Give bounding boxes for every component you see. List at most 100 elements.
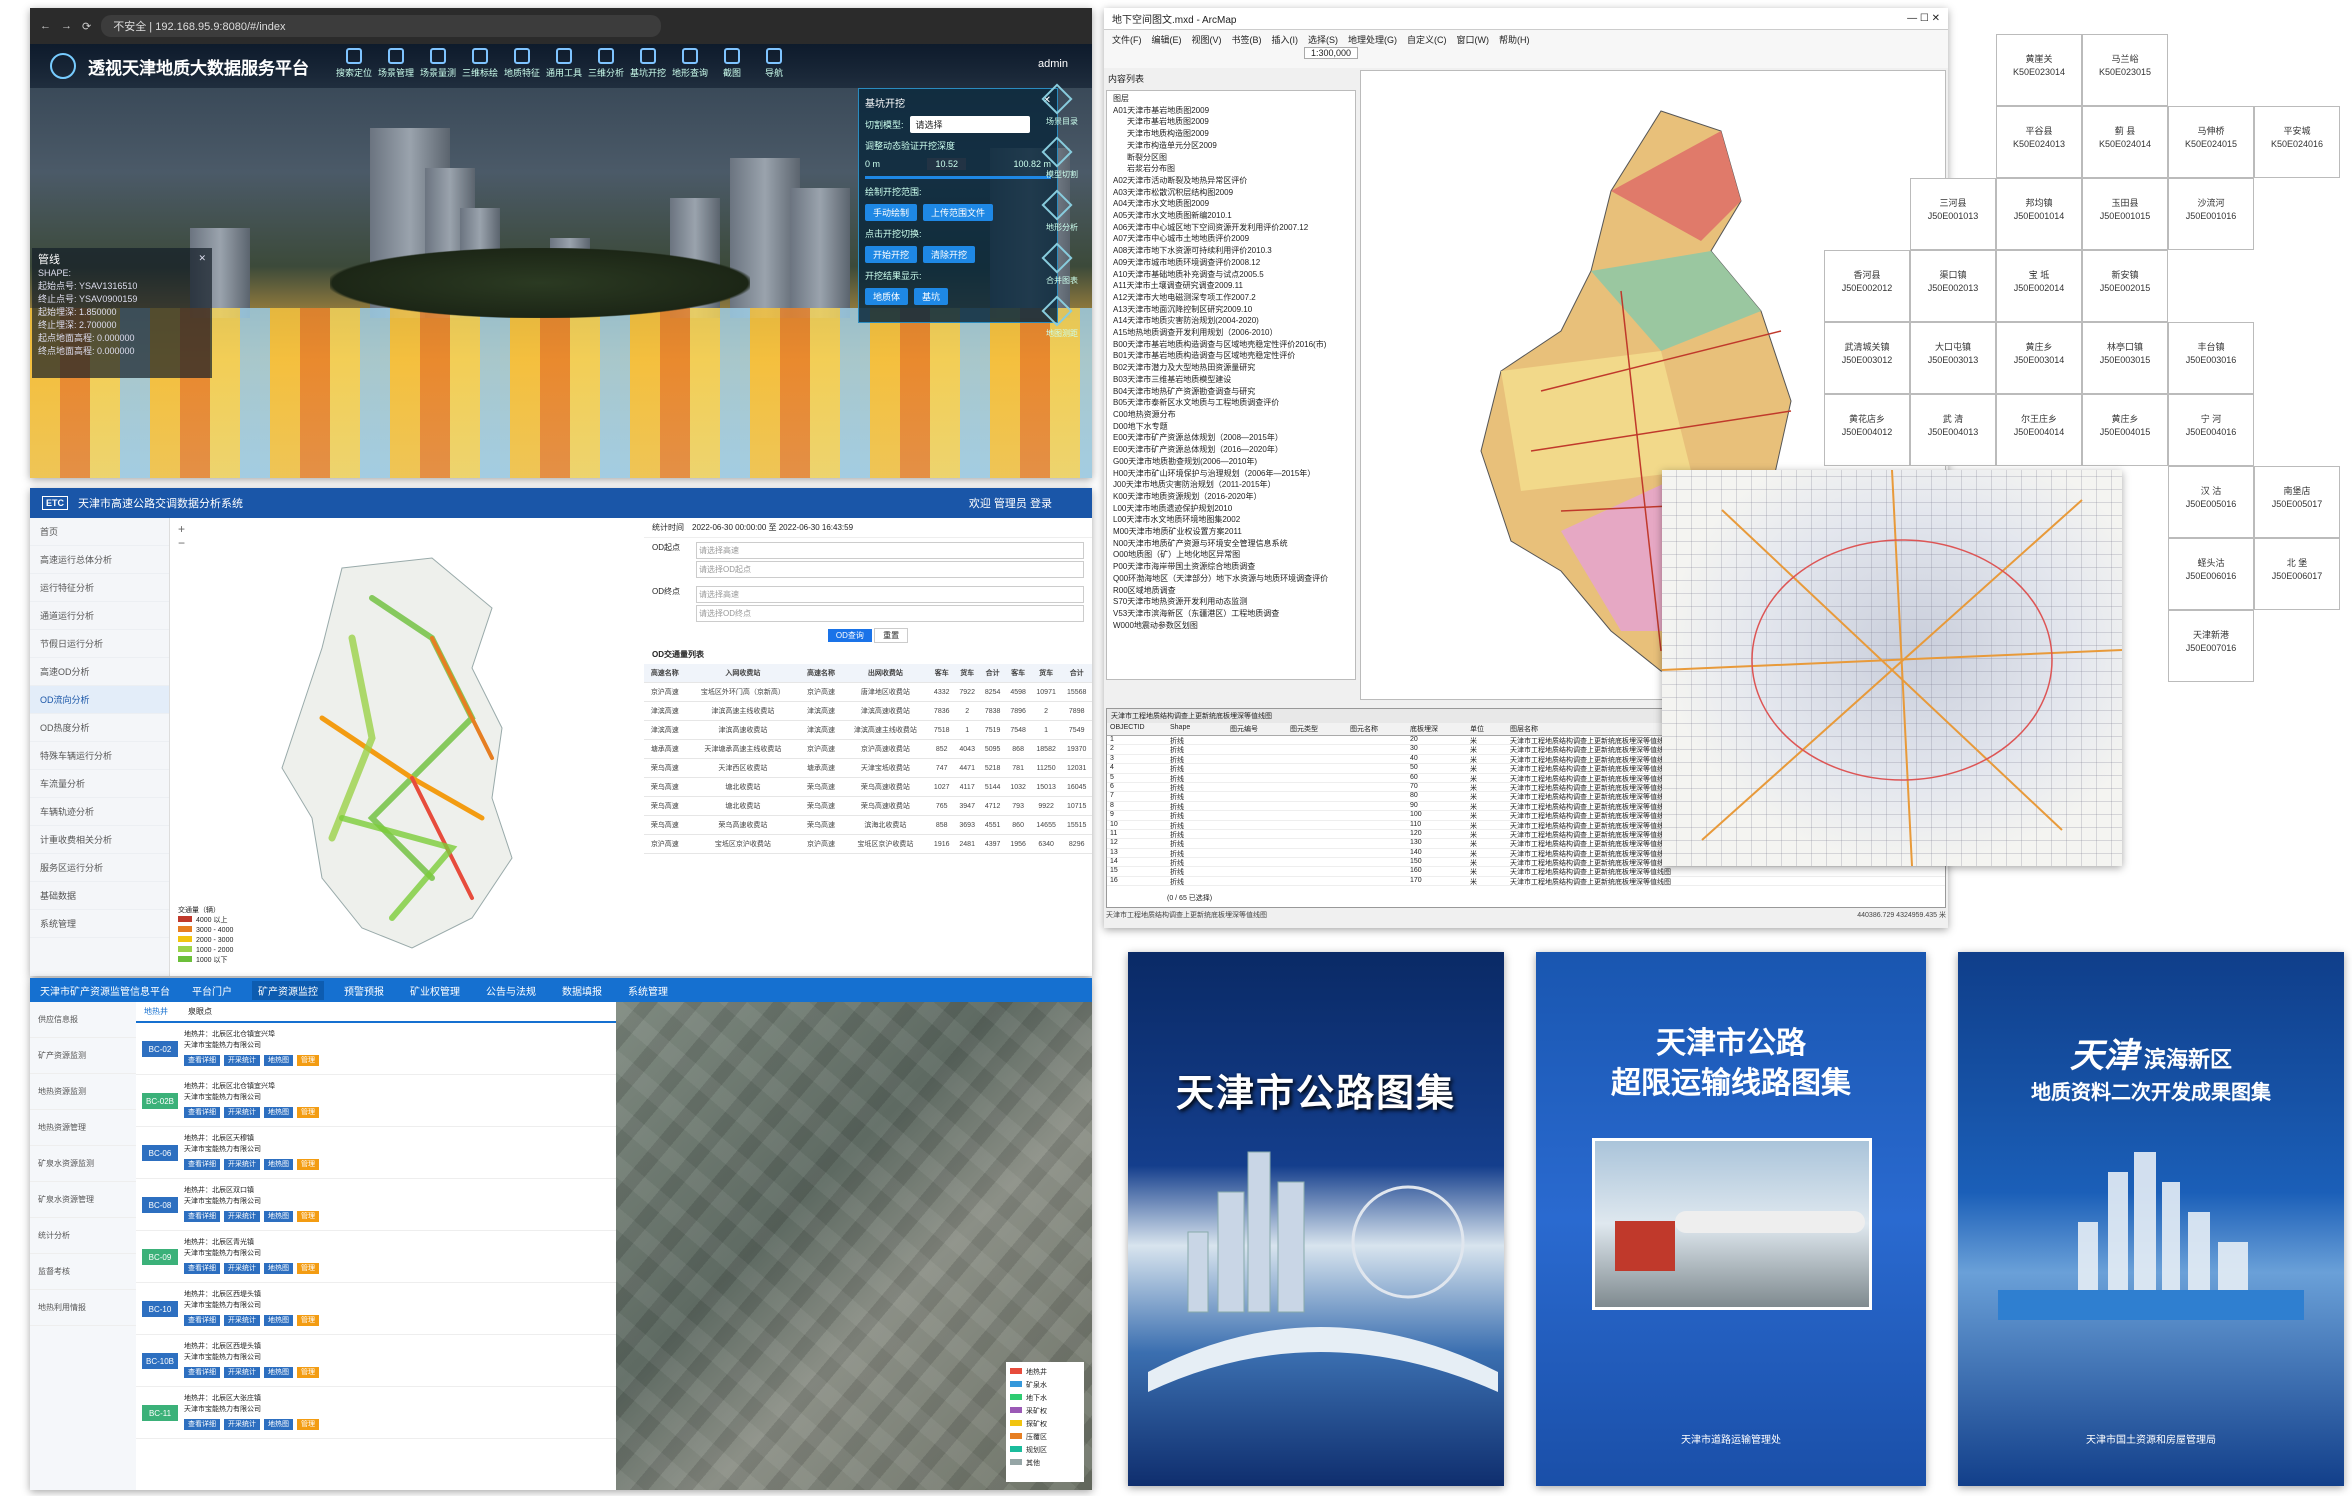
layer-item[interactable]: A02天津市活动断裂及地热异常区评价 xyxy=(1113,175,1349,187)
action-button[interactable]: 开采统计 xyxy=(224,1107,260,1118)
depth-input[interactable]: 10.52 xyxy=(927,158,966,170)
sidebar-item[interactable]: 地热资源监测 xyxy=(30,1074,136,1110)
start-excavation-button[interactable]: 开始开挖 xyxy=(865,246,918,263)
forward-icon[interactable]: → xyxy=(61,20,72,32)
mode-select[interactable]: 请选择 xyxy=(909,116,1030,133)
action-button[interactable]: 地热图 xyxy=(264,1315,293,1326)
layer-item[interactable]: G00天津市地质勘查规划(2006—2010年) xyxy=(1113,456,1349,468)
action-button[interactable]: 开采统计 xyxy=(224,1055,260,1066)
menu-item[interactable]: 场景管理 xyxy=(378,48,414,79)
action-button[interactable]: 管理 xyxy=(297,1367,319,1378)
nav-item[interactable]: 公告与法规 xyxy=(480,981,542,1000)
layer-item[interactable]: A01天津市基岩地质图2009 xyxy=(1113,105,1349,117)
table-row[interactable]: 京沪高速 宝坻区京沪收费站 京沪高速 宝坻区京沪收费站 1916 2481 4397 1956… xyxy=(644,834,1092,854)
tool-button[interactable]: 场景目录 xyxy=(1041,83,1078,127)
map-sheet[interactable]: 黄庄乡 J50E003014 xyxy=(1996,322,2082,394)
list-item[interactable]: BC-02 地热井：北辰区北仓镇宜兴埠 天津市宝能热力有限公司 查看详细 开采统计 地热图… xyxy=(136,1023,616,1075)
nav-item[interactable]: 矿产资源监控 xyxy=(252,980,324,1000)
action-button[interactable]: 管理 xyxy=(297,1159,319,1170)
tool-button[interactable]: 模型切割 xyxy=(1041,136,1078,180)
layer-item[interactable]: A12天津市大地电磁测深专项工作2007.2 xyxy=(1113,292,1349,304)
map-sheet[interactable]: 香河县 J50E002012 xyxy=(1824,250,1910,322)
layer-item[interactable]: E00天津市矿产资源总体规划（2008—2015年） xyxy=(1113,432,1349,444)
layer-item[interactable]: A09天津市城市地质环境调查评价2008.12 xyxy=(1113,257,1349,269)
sidebar-item[interactable]: 地热利用情报 xyxy=(30,1290,136,1326)
list-item[interactable]: BC-11 地热井：北辰区大张庄镇 天津市宝能热力有限公司 查看详细 开采统计 地热图 管理 xyxy=(136,1387,616,1439)
menu-item[interactable]: 视图(V) xyxy=(1192,33,1222,46)
user-name[interactable]: admin xyxy=(1038,58,1068,70)
layer-item[interactable]: A15地热地质调查开发利用规划（2006-2010） xyxy=(1113,327,1349,339)
map-sheet[interactable]: 南堡店 J50E005017 xyxy=(2254,466,2340,538)
sidebar-item[interactable]: 服务区运行分析 xyxy=(30,854,169,882)
map-sheet[interactable]: 蛏头沽 J50E006016 xyxy=(2168,538,2254,610)
action-button[interactable]: 查看详细 xyxy=(184,1055,220,1066)
menu-item[interactable]: 编辑(E) xyxy=(1152,33,1182,46)
action-button[interactable]: 开采统计 xyxy=(224,1211,260,1222)
menu-item[interactable]: 选择(S) xyxy=(1308,33,1338,46)
layer-item[interactable]: A07天津市中心城市土地地质评价2009 xyxy=(1113,233,1349,245)
layer-item[interactable]: A03天津市松散沉积层结构图2009 xyxy=(1113,187,1349,199)
menu-item[interactable]: 书签(B) xyxy=(1232,33,1262,46)
action-button[interactable]: 开采统计 xyxy=(224,1367,260,1378)
tool-button[interactable]: 合并图表 xyxy=(1041,242,1078,286)
map-sheet[interactable]: 林亭口镇 J50E003015 xyxy=(2082,322,2168,394)
action-button[interactable]: 管理 xyxy=(297,1315,319,1326)
layer-item[interactable]: 天津市基岩地质图2009 xyxy=(1113,116,1349,128)
action-button[interactable]: 开采统计 xyxy=(224,1263,260,1274)
map-sheet[interactable]: 天津新港 J50E007016 xyxy=(2168,610,2254,682)
nav-item[interactable]: 预警预报 xyxy=(338,981,390,1000)
layer-item[interactable]: W000地震动参数区划图 xyxy=(1113,620,1349,632)
layer-item[interactable]: A05天津市水文地质图新编2010.1 xyxy=(1113,210,1349,222)
table-row[interactable]: 京沪高速 宝坻区外环门高（京新高） 京沪高速 唐津地区收费站 4332 7922 8254 4… xyxy=(644,682,1092,702)
menu-item[interactable]: 地质特征 xyxy=(504,48,540,79)
layer-item[interactable]: Q00环渤海地区（天津部分）地下水资源与地质环境调查评价 xyxy=(1113,573,1349,585)
map-sheet[interactable]: 新安镇 J50E002015 xyxy=(2082,250,2168,322)
sidebar-item[interactable]: 统计分析 xyxy=(30,1218,136,1254)
list-item[interactable]: BC-10B 地热井：北辰区西堤头镇 天津市宝能热力有限公司 查看详细 开采统计 地热图管… xyxy=(136,1335,616,1387)
layer-item[interactable]: D00地下水专题 xyxy=(1113,421,1349,433)
layer-item[interactable]: K00天津市地质资源规划（2016-2020年） xyxy=(1113,491,1349,503)
manual-draw-button[interactable]: 手动绘制 xyxy=(865,204,918,221)
action-button[interactable]: 地热图 xyxy=(264,1419,293,1430)
layer-item[interactable]: 岩浆岩分布图 xyxy=(1113,163,1349,175)
sidebar-item[interactable]: 车流量分析 xyxy=(30,770,169,798)
sidebar-item[interactable]: 通道运行分析 xyxy=(30,602,169,630)
map-sheet[interactable]: 马兰峪 K50E023015 xyxy=(2082,34,2168,106)
action-button[interactable]: 开采统计 xyxy=(224,1419,260,1430)
action-button[interactable]: 管理 xyxy=(297,1263,319,1274)
map-sheet[interactable]: 汉 沽 J50E005016 xyxy=(2168,466,2254,538)
sidebar-item[interactable]: 基础数据 xyxy=(30,882,169,910)
map-sheet[interactable]: 北 堡 J50E006017 xyxy=(2254,538,2340,610)
upload-range-button[interactable]: 上传范围文件 xyxy=(923,204,994,221)
sidebar-item[interactable]: OD流向分析 xyxy=(30,686,169,714)
menu-item[interactable]: 场景量测 xyxy=(420,48,456,79)
table-row[interactable]: 塘承高速 天津塘承高速主线收费站 京沪高速 京沪高速收费站 852 4043 5095 868… xyxy=(644,739,1092,759)
list-item[interactable]: BC-08 地热井：北辰区双口镇 天津市宝能热力有限公司 查看详细 开采统计 地热图 管理 xyxy=(136,1179,616,1231)
list-item[interactable]: BC-02B 地热井：北辰区北仓镇宜兴埠 天津市宝能热力有限公司 查看详细 开采统计 地热… xyxy=(136,1075,616,1127)
layer-item[interactable]: A11天津市土壤调查研究调查2009.11 xyxy=(1113,280,1349,292)
menu-item[interactable]: 截图 xyxy=(714,48,750,79)
nav-item[interactable]: 系统管理 xyxy=(622,981,674,1000)
layer-item[interactable]: S70天津市地热资源开发利用动态监测 xyxy=(1113,596,1349,608)
action-button[interactable]: 查看详细 xyxy=(184,1159,220,1170)
clear-excavation-button[interactable]: 清除开挖 xyxy=(923,246,976,263)
map-sheet[interactable]: 平安城 K50E024016 xyxy=(2254,106,2340,178)
map-sheet[interactable]: 玉田县 J50E001015 xyxy=(2082,178,2168,250)
sidebar-item[interactable]: 车辆轨迹分析 xyxy=(30,798,169,826)
menu-item[interactable]: 三维标绘 xyxy=(462,48,498,79)
map-sheet[interactable]: 黄花店乡 J50E004012 xyxy=(1824,394,1910,466)
map-sheet[interactable]: 平谷县 K50E024013 xyxy=(1996,106,2082,178)
reload-icon[interactable]: ⟳ xyxy=(82,20,91,33)
sidebar-item[interactable]: 计重收费相关分析 xyxy=(30,826,169,854)
stat-time-value[interactable]: 2022-06-30 00:00:00 至 2022-06-30 16:43:5… xyxy=(692,522,853,533)
action-button[interactable]: 地热图 xyxy=(264,1211,293,1222)
action-button[interactable]: 地热图 xyxy=(264,1367,293,1378)
map-sheet[interactable]: 武清城关镇 J50E003012 xyxy=(1824,322,1910,394)
layer-item[interactable]: 天津市构造单元分区2009 xyxy=(1113,140,1349,152)
table-row[interactable]: 荣乌高速 塘北收费站 荣乌高速 荣乌高速收费站 1027 4117 5144 1032 1501… xyxy=(644,777,1092,797)
action-button[interactable]: 管理 xyxy=(297,1055,319,1066)
action-button[interactable]: 查看详细 xyxy=(184,1419,220,1430)
scale-select[interactable]: 1:300,000 xyxy=(1304,47,1359,59)
window-controls[interactable]: — ☐ ✕ xyxy=(1907,13,1940,24)
map-sheet[interactable]: 渠口镇 J50E002013 xyxy=(1910,250,1996,322)
